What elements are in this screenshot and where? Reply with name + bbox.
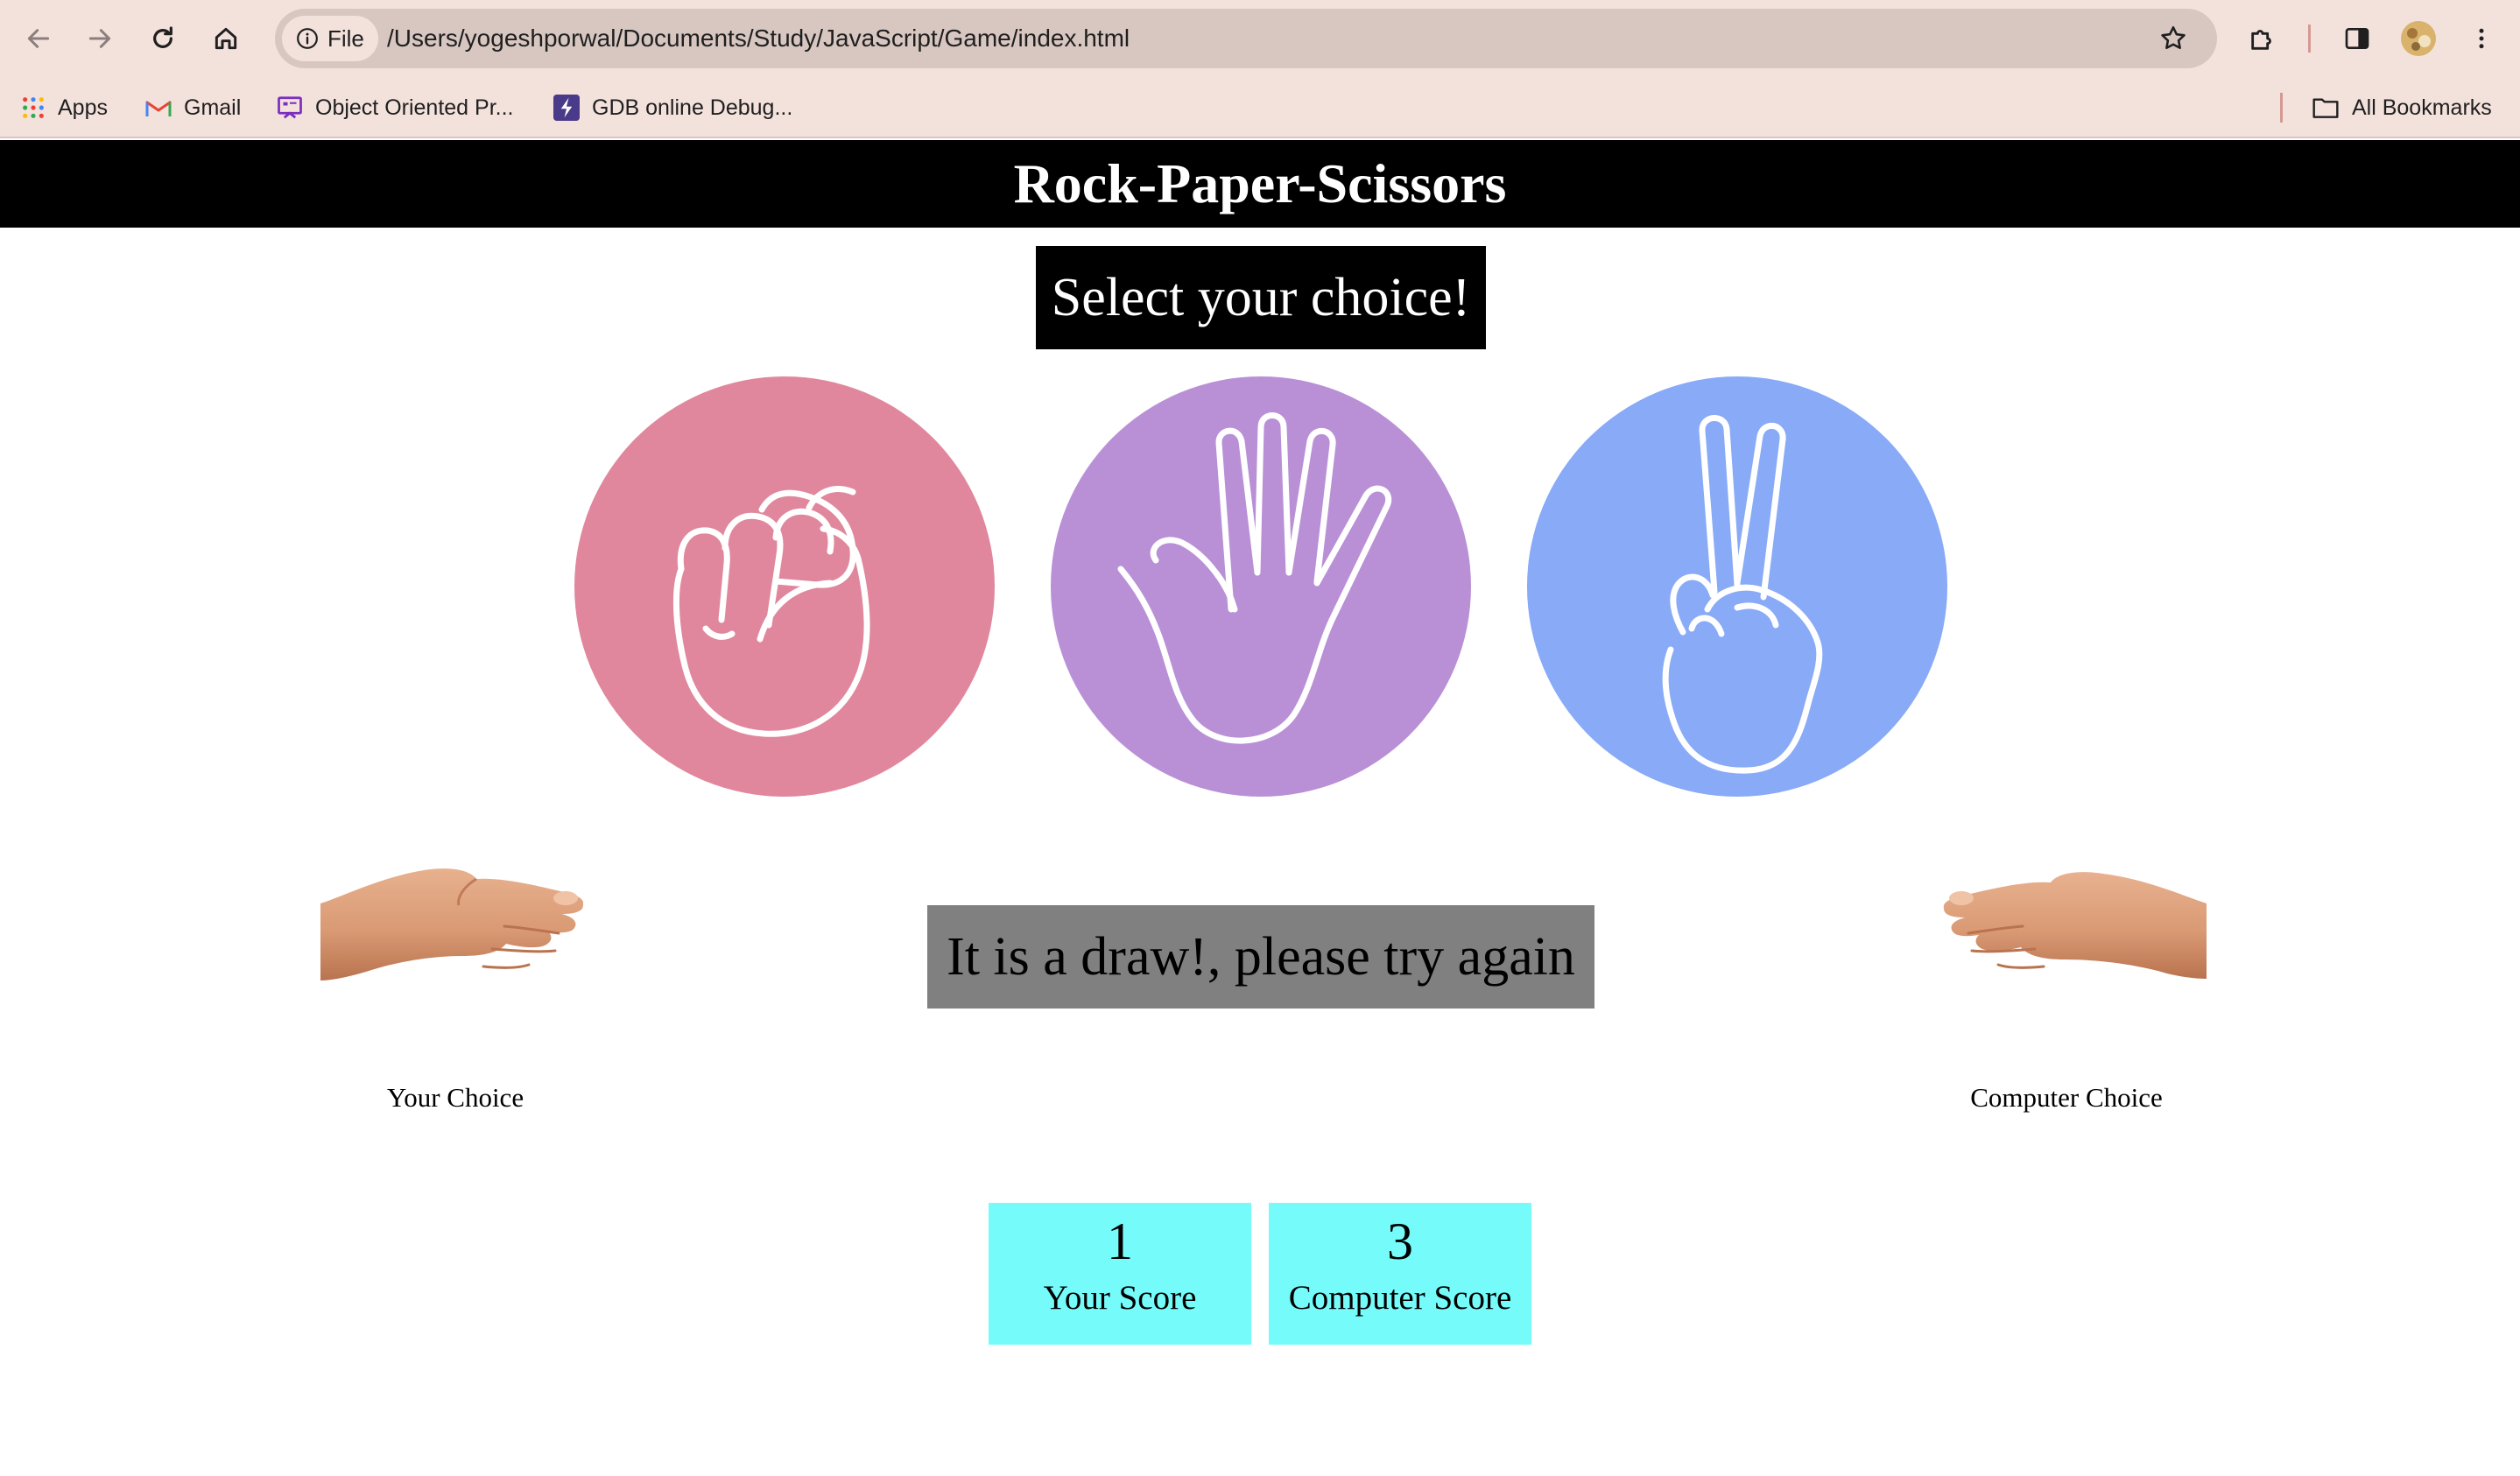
info-icon [297, 28, 318, 49]
bookmark-gmail[interactable]: Gmail [145, 91, 241, 124]
bookmark-label: Gmail [184, 95, 242, 120]
bolt-icon [553, 95, 580, 121]
bookmark-label: GDB online Debug... [592, 95, 793, 120]
your-choice-label: Your Choice [386, 1082, 524, 1113]
bookmark-apps[interactable]: Apps [21, 91, 108, 124]
open-hand-icon [1117, 412, 1392, 744]
bookmark-gdb-online[interactable]: GDB online Debug... [553, 91, 792, 124]
home-icon [215, 27, 237, 50]
url-text[interactable]: /Users/yogeshporwal/Documents/Study/Java… [387, 9, 1130, 68]
scissors-choice-button[interactable] [1527, 376, 1947, 797]
browser-toolbar: File /Users/yogeshporwal/Documents/Study… [0, 0, 2520, 77]
side-panel-icon [2345, 28, 2369, 49]
rock-choice-button[interactable] [574, 376, 995, 797]
profile-button[interactable] [2396, 16, 2441, 61]
arrow-right-icon [88, 29, 111, 48]
user-score-value: 1 [1107, 1212, 1133, 1270]
forward-button[interactable] [77, 16, 123, 61]
hand-icon [320, 868, 584, 980]
paper-choice-button[interactable] [1051, 376, 1471, 797]
computer-hand-image [1940, 872, 2207, 1007]
puzzle-icon [2251, 30, 2271, 50]
select-message: Select your choice! [1036, 246, 1486, 349]
star-icon [2161, 25, 2186, 50]
toolbar-divider [2308, 25, 2311, 53]
site-info-label: File [327, 25, 364, 52]
fist-icon [672, 486, 870, 737]
avatar [2401, 21, 2436, 56]
gmail-icon [145, 101, 172, 116]
computer-score-box: 3 Computer Score [1269, 1203, 1531, 1345]
home-button[interactable] [203, 16, 249, 61]
bookmarks-divider [2280, 93, 2283, 123]
computer-choice-label: Computer Choice [1970, 1082, 2163, 1113]
more-vertical-icon [2479, 28, 2484, 49]
computer-score-label: Computer Score [1288, 1279, 1512, 1317]
extensions-button[interactable] [2240, 16, 2285, 61]
all-bookmarks-label: All Bookmarks [2352, 95, 2492, 120]
bookmark-label: Object Oriented Pr... [315, 95, 514, 120]
all-bookmarks-button[interactable]: All Bookmarks [2312, 91, 2492, 124]
apps-grid-icon [23, 97, 44, 118]
hand-icon [1943, 872, 2207, 979]
arrow-left-icon [27, 29, 50, 48]
result-message: It is a draw!, please try again [927, 905, 1594, 1009]
side-panel-button[interactable] [2334, 16, 2380, 61]
reload-icon [153, 26, 172, 48]
reload-button[interactable] [140, 16, 186, 61]
page-title: Rock-Paper-Scissors [0, 140, 2520, 228]
bookmark-label: Apps [58, 95, 108, 120]
user-score-box: 1 Your Score [989, 1203, 1251, 1345]
user-hand-image [320, 868, 584, 1016]
address-bar[interactable]: File /Users/yogeshporwal/Documents/Study… [275, 9, 2217, 68]
folder-icon [2312, 98, 2339, 118]
presentation-icon [278, 96, 302, 119]
bookmark-star-button[interactable] [2150, 16, 2196, 61]
site-info-chip[interactable]: File [282, 16, 378, 61]
menu-button[interactable] [2459, 16, 2504, 61]
computer-score-value: 3 [1387, 1212, 1413, 1270]
bookmark-object-oriented[interactable]: Object Oriented Pr... [277, 91, 514, 124]
back-button[interactable] [16, 16, 61, 61]
victory-hand-icon [1662, 415, 1823, 774]
user-score-label: Your Score [1043, 1279, 1197, 1317]
